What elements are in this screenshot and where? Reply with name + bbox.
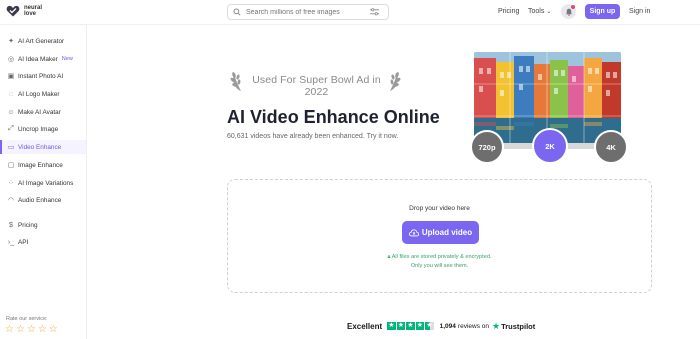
lock-icon: 🔒︎ — [387, 254, 391, 260]
page-subtitle: 60,631 videos have already been enhanced… — [227, 133, 399, 140]
heart-logo-icon — [6, 5, 20, 17]
sidebar-item-uncrop-image[interactable]: ⤢ Uncrop Image — [0, 122, 86, 136]
top-header: neural love Pricing Tools⌄ Sign up Sign … — [0, 0, 700, 25]
trustpilot-widget[interactable]: Excellent ★ ★ ★ ★ ★ 1,094 reviews on ★ T… — [347, 320, 535, 332]
avatar-icon: ☺ — [7, 108, 15, 116]
star-icon[interactable]: ☆ — [5, 325, 14, 335]
sidebar-item-label: AI Logo Maker — [18, 90, 60, 98]
star-icon[interactable]: ☆ — [38, 325, 47, 335]
sidebar-item-label: Pricing — [18, 221, 38, 229]
search-input[interactable] — [246, 8, 370, 16]
star-icon: ★ — [396, 321, 406, 331]
variations-icon: ⁘ — [8, 180, 14, 187]
notifications-button[interactable] — [561, 4, 576, 19]
drop-text: Drop your video here — [409, 205, 470, 212]
trustpilot-star-icon: ★ — [492, 320, 501, 331]
sidebar-item-audio-enhance[interactable]: ◠ Audio Enhance — [0, 193, 86, 207]
sidebar-item-ai-image-variations[interactable]: ⁘ AI Image Variations — [0, 176, 86, 190]
resolution-2k-button[interactable]: 2K — [532, 128, 568, 164]
upload-video-button[interactable]: Upload video — [402, 221, 479, 244]
nav-tools[interactable]: Tools ⌄ — [528, 8, 551, 15]
sidebar-item-label: AI Image Variations — [18, 179, 74, 187]
logo-text: neural love — [24, 5, 43, 17]
sidebar-item-label: API — [18, 238, 29, 246]
video-icon: ▭ — [7, 144, 15, 151]
sidebar-item-label: Image Enhance — [18, 161, 63, 169]
video-dropzone[interactable]: Drop your video here Upload video 🔒︎ All… — [227, 179, 652, 293]
trustpilot-brand: Trustpilot — [501, 321, 536, 331]
logo[interactable]: neural love — [6, 4, 52, 18]
notification-dot — [571, 5, 575, 9]
privacy-note-line2: Only you will see them. — [410, 263, 469, 269]
sidebar-item-ai-logo-maker[interactable]: ◌ AI Logo Maker — [0, 87, 86, 101]
signup-button[interactable]: Sign up — [585, 4, 620, 19]
resolution-4k-button[interactable]: 4K — [594, 130, 628, 164]
half-star-icon: ★ — [425, 321, 434, 331]
filter-icon[interactable] — [370, 8, 379, 16]
star-icon[interactable]: ☆ — [49, 325, 58, 335]
new-badge: New — [61, 56, 73, 62]
star-icon: ★ — [415, 321, 425, 331]
sidebar-item-api[interactable]: ›_ API — [0, 235, 86, 249]
sidebar-item-instant-photo-ai[interactable]: ▣ Instant Photo AI — [0, 69, 86, 83]
sidebar-item-make-ai-avatar[interactable]: ☺ Make AI Avatar — [0, 105, 86, 119]
sidebar-item-ai-idea-maker[interactable]: ◎ AI Idea Maker New — [0, 52, 86, 66]
sidebar-item-label: AI Idea Maker — [18, 55, 58, 63]
sidebar-item-ai-art-generator[interactable]: ✦ AI Art Generator — [0, 34, 86, 48]
photo-icon: ▣ — [7, 73, 15, 80]
signin-link[interactable]: Sign in — [629, 8, 650, 15]
trustpilot-rating-word: Excellent — [347, 321, 383, 331]
search-icon — [233, 8, 241, 16]
rating-stars: ☆ ☆ ☆ ☆ ☆ — [5, 325, 58, 335]
star-icon: ★ — [406, 321, 415, 331]
sidebar-item-label: Make AI Avatar — [18, 108, 61, 116]
api-icon: ›_ — [7, 238, 15, 246]
rate-label: Rate our service: — [6, 316, 48, 322]
nav-pricing[interactable]: Pricing — [498, 8, 519, 15]
sidebar-item-image-enhance[interactable]: ▢ Image Enhance — [0, 158, 86, 172]
image-icon: ▢ — [7, 162, 15, 169]
sidebar-item-pricing[interactable]: $ Pricing — [0, 218, 86, 232]
page-title: AI Video Enhance Online — [227, 107, 440, 127]
idea-icon: ◎ — [7, 56, 15, 63]
star-icon: ★ — [387, 321, 396, 331]
uncrop-icon: ⤢ — [8, 125, 14, 132]
trustpilot-review-count: 1,094 — [439, 322, 456, 330]
trustpilot-reviews-on: reviews on — [457, 322, 489, 330]
chevron-down-icon: ⌄ — [546, 9, 552, 15]
logo-icon: ◌ — [8, 90, 14, 98]
star-icon[interactable]: ☆ — [16, 325, 25, 335]
sidebar-item-label: Audio Enhance — [18, 196, 62, 204]
nav-tools-label: Tools — [528, 8, 545, 15]
upload-video-label: Upload video — [421, 228, 473, 237]
search-bar[interactable] — [227, 4, 389, 20]
dollar-icon: $ — [9, 221, 13, 229]
sidebar-item-label: Instant Photo AI — [18, 72, 64, 80]
star-icon[interactable]: ☆ — [27, 325, 36, 335]
trustpilot-logo: ★ Trustpilot — [492, 321, 535, 332]
ai-art-icon: ✦ — [8, 38, 14, 45]
audio-icon: ◠ — [7, 197, 15, 204]
resolution-720p-button[interactable]: 720p — [470, 130, 504, 164]
sidebar-item-label: Video Enhance — [18, 143, 62, 151]
super-bowl-badge: Used For Super Bowl Ad in 2022 — [252, 74, 381, 98]
sidebar-item-label: Uncrop Image — [18, 125, 59, 133]
privacy-note: 🔒︎ All files are stored privately & encr… — [228, 254, 651, 261]
sidebar-item-label: AI Art Generator — [18, 37, 65, 45]
trustpilot-stars: ★ ★ ★ ★ ★ — [387, 321, 434, 331]
cloud-upload-icon — [408, 228, 419, 236]
sidebar-item-video-enhance[interactable]: ▭ Video Enhance — [0, 140, 86, 154]
sidebar: ✦ AI Art Generator ◎ AI Idea Maker New ▣… — [0, 25, 87, 339]
privacy-note-line1: All files are stored privately & encrypt… — [391, 254, 492, 260]
